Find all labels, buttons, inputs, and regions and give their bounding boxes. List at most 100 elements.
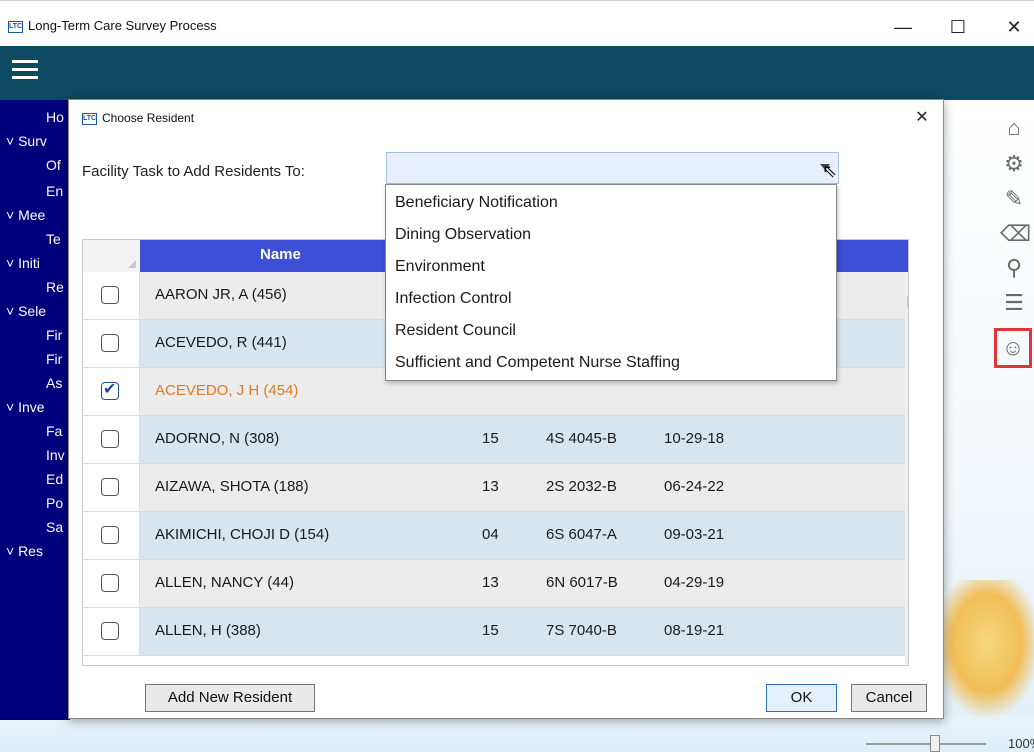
facility-task-label: Facility Task to Add Residents To: [82,163,305,180]
dropdown-option[interactable]: Infection Control [395,290,512,308]
ltc-dialog-icon: LTC [82,113,97,125]
app-header-bar [0,46,1034,100]
row-checkbox[interactable] [101,430,119,448]
row-checkbox[interactable] [101,574,119,592]
window-titlebar: LTC Long-Term Care Survey Process — ☐ ✕ [0,0,1034,46]
nav-section[interactable]: ˅ Res [6,543,43,559]
resident-unit: 15 [482,622,499,639]
row-checkbox[interactable] [101,379,119,400]
add-new-resident-button[interactable]: Add New Resident [145,684,315,712]
dropdown-option[interactable]: Resident Council [395,322,516,340]
nav-item[interactable]: Of [46,157,61,173]
row-checkbox[interactable] [101,526,119,544]
nav-item[interactable]: Inv [46,447,65,463]
table-row[interactable]: ADORNO, N (308) 15 4S 4045-B 10-29-18 [83,416,905,464]
table-row[interactable]: ALLEN, H (388) 15 7S 7040-B 08-19-21 [83,608,905,656]
cancel-button[interactable]: Cancel [851,684,927,712]
row-checkbox[interactable] [101,622,119,640]
document-icon[interactable]: ☰ [1000,289,1028,317]
nav-item[interactable]: Po [46,495,63,511]
maximize-button[interactable]: ☐ [938,15,978,39]
scroll-up-icon[interactable] [908,278,909,289]
resident-room: 4S 4045-B [546,430,617,447]
resident-room: 6S 6047-A [546,526,617,543]
nav-section[interactable]: ˅ Inve [6,399,45,415]
row-checkbox-cell [83,368,140,415]
nav-item[interactable]: Te [46,231,61,247]
nav-item[interactable]: As [46,375,62,391]
row-checkbox-cell [83,560,140,607]
person-icon[interactable]: ☺ [994,328,1032,368]
nav-item[interactable]: Sa [46,519,63,535]
row-checkbox-cell [83,416,140,463]
table-row[interactable]: ALLEN, NANCY (44) 13 6N 6017-B 04-29-19 [83,560,905,608]
paperclip-icon[interactable]: ⚲ [1000,254,1028,282]
dialog-close-button[interactable]: ✕ [909,106,935,130]
resident-date: 08-19-21 [664,622,725,639]
nav-section[interactable]: ˅ Sele [6,303,46,319]
ok-button[interactable]: OK [766,684,837,712]
minimize-button[interactable]: — [883,15,923,39]
table-row[interactable]: AKIMICHI, CHOJI D (154) 04 6S 6047-A 09-… [83,512,905,560]
nav-item[interactable]: Fir [46,327,62,343]
dialog-title: Choose Resident [102,111,195,125]
row-checkbox-cell [83,512,140,559]
zoom-track [866,743,986,745]
dropdown-option[interactable]: Dining Observation [395,226,531,244]
column-header-name-label: Name [260,246,301,263]
nav-section[interactable]: ˅ Mee [6,207,45,223]
resident-unit: 15 [482,430,499,447]
nav-item[interactable]: En [46,183,63,199]
nav-item[interactable]: Fa [46,423,62,439]
left-navigation: Ho ˅ Surv Of En ˅ Mee Te ˅ Initi Re ˅ Se… [0,100,70,720]
eraser-icon[interactable]: ⌫ [1000,220,1031,248]
zoom-label: 100% [1008,736,1034,751]
resident-unit: 04 [482,526,499,543]
zoom-thumb[interactable] [930,735,940,752]
window-title: Long-Term Care Survey Process [28,18,217,33]
scroll-thumb[interactable] [907,296,908,308]
clipboard-edit-icon[interactable]: ✎ [1000,185,1028,213]
row-checkbox-cell [83,608,140,655]
resident-date: 04-29-19 [664,574,725,591]
dropdown-option[interactable]: Environment [395,258,485,276]
nav-item[interactable]: Ed [46,471,63,487]
row-checkbox[interactable] [101,478,119,496]
nav-item[interactable]: Re [46,279,64,295]
row-checkbox[interactable] [101,286,119,304]
facility-task-dropdown-list: Beneficiary Notification Dining Observat… [385,184,837,381]
resident-room: 2S 2032-B [546,478,617,495]
hamburger-menu-icon[interactable] [12,60,38,80]
row-checkbox-cell [83,320,140,367]
resident-name: ALLEN, H (388) [155,622,261,639]
grid-vertical-scrollbar[interactable] [905,272,909,665]
resident-date: 06-24-22 [664,478,725,495]
dropdown-option[interactable]: Beneficiary Notification [395,194,558,212]
resident-date: 10-29-18 [664,430,725,447]
resident-unit: 13 [482,574,499,591]
nav-item[interactable]: Ho [46,109,64,125]
nav-item[interactable]: Fir [46,351,62,367]
resident-name: AARON JR, A (456) [155,286,287,303]
mouse-cursor-icon: ⇖ [822,161,838,181]
scroll-down-icon[interactable] [908,643,909,654]
nav-section[interactable]: ˅ Surv [6,133,47,149]
resident-name: ALLEN, NANCY (44) [155,574,294,591]
dropdown-option[interactable]: Sufficient and Competent Nurse Staffing [395,354,680,372]
decorative-leaf [932,580,1034,720]
ltc-app-icon: LTC [8,21,23,33]
zoom-slider[interactable] [866,735,1006,752]
home-icon[interactable]: ⌂ [1000,114,1028,142]
facility-task-select[interactable] [386,152,839,184]
select-all-corner[interactable] [83,240,140,272]
row-checkbox-cell [83,272,140,319]
row-checkbox[interactable] [101,334,119,352]
resident-date: 09-03-21 [664,526,725,543]
resident-name: ADORNO, N (308) [155,430,280,447]
gear-icon[interactable]: ⚙ [1000,150,1028,178]
resident-room: 6N 6017-B [546,574,618,591]
nav-section[interactable]: ˅ Initi [6,255,40,271]
table-row[interactable]: AIZAWA, SHOTA (188) 13 2S 2032-B 06-24-2… [83,464,905,512]
resident-name: AIZAWA, SHOTA (188) [155,478,309,495]
close-window-button[interactable]: ✕ [994,15,1034,39]
